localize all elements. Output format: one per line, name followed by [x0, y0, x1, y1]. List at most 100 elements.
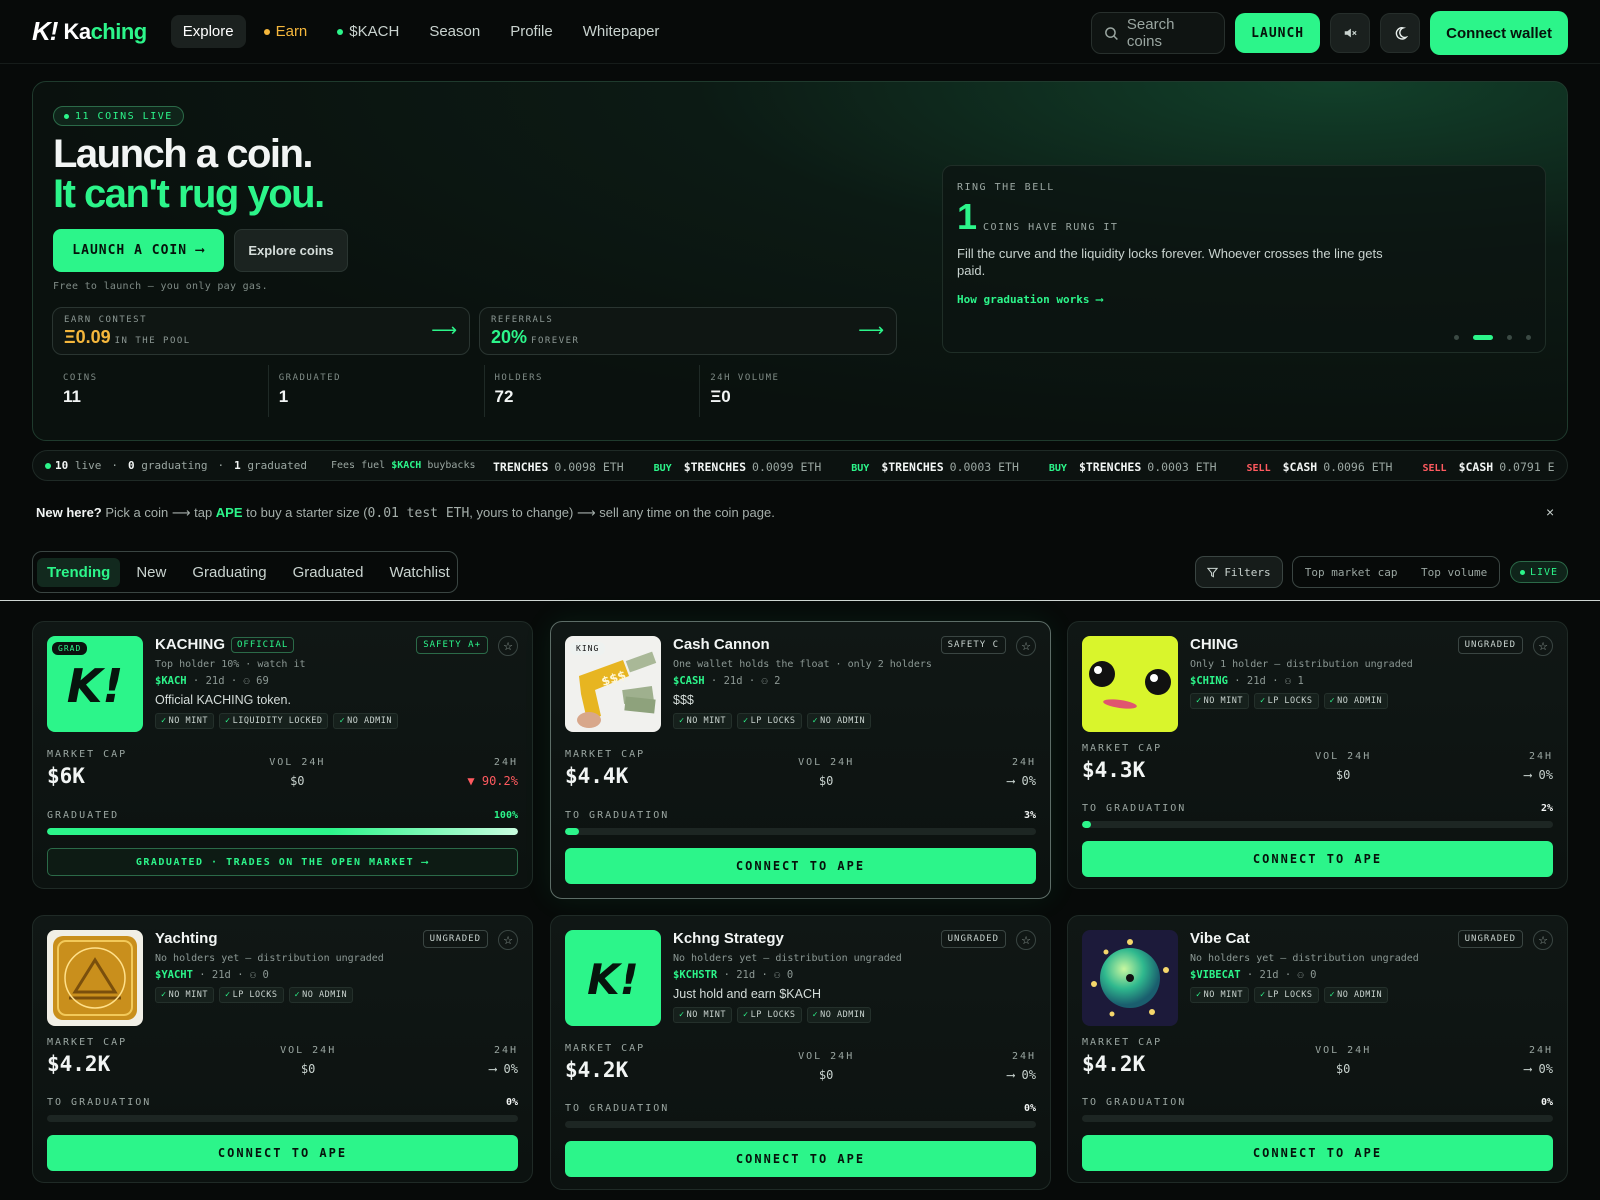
check-icon: ✓	[294, 990, 301, 1000]
sort-market-cap[interactable]: Top market cap	[1305, 566, 1398, 579]
theme-toggle-button[interactable]	[1380, 13, 1421, 53]
carousel-dot[interactable]	[1454, 335, 1459, 340]
connect-to-ape-button[interactable]: CONNECT TO APE	[1082, 841, 1553, 877]
coin-card[interactable]: CHING UNGRADED ☆ Only 1 holder — distrib…	[1067, 621, 1568, 889]
ticker-graduating-count: 0	[128, 459, 135, 472]
connect-wallet-button[interactable]: Connect wallet	[1430, 11, 1568, 55]
connect-to-ape-button[interactable]: CONNECT TO APE	[565, 848, 1036, 884]
chip: ✓ NO MINT	[1190, 987, 1249, 1003]
volume-block: VOL 24H $0	[1315, 1045, 1371, 1076]
watchlist-star-icon[interactable]: ☆	[1016, 930, 1036, 950]
hero-panel: 11 COINS LIVE Launch a coin. It can't ru…	[32, 81, 1568, 441]
logo[interactable]: K! Kaching	[32, 16, 147, 47]
coin-card[interactable]: K! GRAD KACHING OFFICIAL SAFETY A+ ☆ Top…	[32, 621, 533, 889]
section-divider	[0, 600, 1600, 601]
trade-item[interactable]: BUY $TRENCHES 0.0003 ETH	[851, 460, 1019, 474]
ticker-graduated: 1 graduated	[234, 459, 307, 472]
nav-earn[interactable]: Earn	[252, 15, 320, 48]
tab-trending[interactable]: Trending	[37, 557, 121, 587]
carousel-dot[interactable]	[1473, 335, 1493, 340]
change-label: 24H	[493, 1045, 518, 1056]
watchlist-star-icon[interactable]: ☆	[1016, 636, 1036, 656]
carousel-dot[interactable]	[1507, 335, 1512, 340]
change-value: ⟶ 0%	[1524, 1062, 1553, 1076]
tab-graduated[interactable]: Graduated	[283, 558, 374, 587]
launch-coin-button[interactable]: LAUNCH A COIN ⟶	[53, 229, 224, 272]
onboarding-hint: New here? Pick a coin ⟶ tap APE to buy a…	[36, 505, 775, 521]
nav-profile[interactable]: Profile	[498, 15, 565, 48]
chip-label: LP LOCKS	[1267, 696, 1313, 706]
graduated-trade-button[interactable]: GRADUATED · TRADES ON THE OPEN MARKET ⟶	[47, 848, 518, 876]
nav-kach[interactable]: $KACH	[325, 15, 411, 48]
coin-info: KACHING OFFICIAL SAFETY A+ ☆ Top holder …	[155, 636, 518, 729]
chip: ✓ NO MINT	[673, 713, 732, 729]
referrals-value: 20% FOREVER	[491, 327, 885, 348]
filters-button[interactable]: Filters	[1195, 556, 1283, 588]
nav-season[interactable]: Season	[417, 15, 492, 48]
watchlist-star-icon[interactable]: ☆	[1533, 930, 1553, 950]
safety-chips: ✓ NO MINT ✓ LP LOCKS ✓ NO ADMIN	[673, 1007, 1036, 1023]
market-cap-block: MARKET CAP $6K	[47, 749, 127, 788]
stat-label: HOLDERS	[494, 373, 543, 383]
coin-description: Just hold and earn $KACH	[673, 987, 822, 1001]
separator: ·	[111, 459, 118, 472]
earn-dot-icon	[263, 29, 270, 36]
trade-item[interactable]: SELL $CASH 0.0096 ETH	[1247, 460, 1393, 474]
coin-name: Cash Cannon	[673, 636, 770, 653]
market-cap-block: MARKET CAP $4.2K	[1082, 1037, 1162, 1076]
watchlist-star-icon[interactable]: ☆	[498, 930, 518, 950]
mute-button[interactable]	[1330, 13, 1371, 53]
volume-block: VOL 24H $0	[1315, 751, 1371, 782]
sort-volume[interactable]: Top volume	[1421, 566, 1487, 579]
chip-label: LP LOCKS	[232, 990, 278, 1000]
carousel-dot[interactable]	[1526, 335, 1531, 340]
coin-card[interactable]: $$$ KING Cash Cannon SAFETY C ☆ One wall…	[550, 621, 1051, 899]
holder-warning: No holders yet — distribution ungraded	[673, 953, 902, 964]
search-input[interactable]: Search coins	[1091, 12, 1226, 54]
graduation-info-link[interactable]: How graduation works ⟶	[957, 293, 1531, 306]
top-nav: K! Kaching Explore Earn $KACH Season Pro…	[0, 0, 1600, 64]
tab-watchlist[interactable]: Watchlist	[379, 558, 459, 587]
stat-volume: 24H VOLUME Ξ0	[700, 365, 915, 417]
progress-percent: 0%	[1023, 1103, 1036, 1114]
progress-row: TO GRADUATION 0%	[1082, 1097, 1553, 1108]
nav-whitepaper[interactable]: Whitepaper	[571, 15, 672, 48]
tab-new[interactable]: New	[126, 558, 176, 587]
carousel-dots	[1454, 335, 1531, 340]
watchlist-star-icon[interactable]: ☆	[498, 636, 518, 656]
onboarding-lead: New here?	[36, 505, 102, 520]
coin-image-ching	[1082, 636, 1178, 732]
holder-count: 0	[262, 969, 269, 981]
live-dot-icon	[1519, 569, 1525, 575]
coin-card[interactable]: Yachting UNGRADED ☆ No holders yet — dis…	[32, 915, 533, 1183]
king-tag: KING	[570, 642, 606, 655]
chip-label: NO ADMIN	[820, 1010, 866, 1020]
trade-item[interactable]: BUY $TRENCHES 0.0099 ETH	[654, 460, 822, 474]
connect-to-ape-button[interactable]: CONNECT TO APE	[1082, 1135, 1553, 1171]
coin-age: 21d	[211, 969, 231, 981]
chip: ✓ LP LOCKS	[1253, 693, 1319, 709]
referrals-card[interactable]: REFERRALS 20% FOREVER ⟶	[479, 307, 897, 355]
coin-name: KACHING	[155, 636, 225, 653]
trade-item[interactable]: SELL $CASH 0.0791 E	[1422, 460, 1554, 474]
trade-item[interactable]: TRENCHES 0.0098 ETH	[493, 460, 624, 474]
connect-to-ape-button[interactable]: CONNECT TO APE	[47, 1135, 518, 1171]
tab-graduating[interactable]: Graduating	[182, 558, 276, 587]
graduation-progress-bar	[565, 828, 1036, 835]
launch-button[interactable]: LAUNCH	[1235, 13, 1321, 53]
watchlist-star-icon[interactable]: ☆	[1533, 636, 1553, 656]
earn-pool-suffix: IN THE POOL	[114, 336, 191, 346]
coin-card[interactable]: K! Kchng Strategy UNGRADED ☆ No holders …	[550, 915, 1051, 1190]
stat-holders: HOLDERS 72	[485, 365, 701, 417]
progress-percent: 0%	[1540, 1097, 1553, 1108]
coin-image-yachting	[47, 930, 143, 1026]
trade-item[interactable]: BUY $TRENCHES 0.0003 ETH	[1049, 460, 1217, 474]
earn-contest-card[interactable]: EARN CONTEST Ξ0.09 IN THE POOL ⟶	[52, 307, 470, 355]
coin-card[interactable]: Vibe Cat UNGRADED ☆ No holders yet — dis…	[1067, 915, 1568, 1183]
close-icon[interactable]: ×	[1546, 504, 1554, 520]
nav-explore[interactable]: Explore	[170, 15, 246, 48]
change-block: 24H ⟶ 0%	[1524, 1045, 1553, 1076]
coin-meta: $CASH · 21d · ⚇ 2	[673, 675, 781, 687]
explore-coins-button[interactable]: Explore coins	[234, 229, 348, 272]
connect-to-ape-button[interactable]: CONNECT TO APE	[565, 1141, 1036, 1177]
